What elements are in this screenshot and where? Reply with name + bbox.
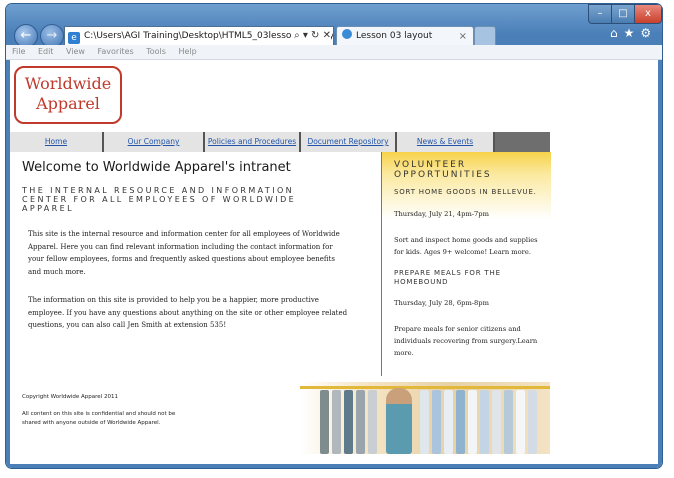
menu-edit[interactable]: Edit [38, 47, 54, 56]
sidebar-item2-date: Thursday, July 28, 6pm-8pm [394, 299, 489, 307]
page-icon: e [68, 32, 80, 44]
tab-lesson-03[interactable]: Lesson 03 layout × [336, 26, 474, 46]
rack-rail [300, 386, 550, 389]
logo-line-1: Worldwide [24, 74, 112, 93]
sidebar-item1-date: Thursday, July 21, 4pm-7pm [394, 210, 489, 218]
maximize-button[interactable]: □ [611, 4, 635, 24]
garment [344, 390, 353, 454]
menu-tools[interactable]: Tools [146, 47, 166, 56]
intro-paragraph: This site is the internal resource and i… [28, 230, 340, 276]
garment [492, 390, 501, 454]
garment [432, 390, 441, 454]
menu-bar: File Edit View Favorites Tools Help [6, 45, 662, 60]
sidebar-item1-heading: SORT HOME GOODS IN BELLEVUE. [394, 188, 537, 196]
page-viewport: Worldwide Apparel Home Our Company Polic… [10, 60, 658, 464]
sidebar-item2-heading: PREPARE MEALS FOR THE HOMEBOUND [394, 269, 501, 286]
garment [444, 390, 453, 454]
site-nav: Home Our Company Policies and Procedures… [10, 132, 550, 152]
forward-arrow-icon: → [46, 28, 58, 43]
clothing-rack-photo [300, 382, 550, 454]
minimize-button[interactable]: – [588, 4, 612, 24]
garment [480, 390, 489, 454]
site-logo[interactable]: Worldwide Apparel [14, 66, 122, 124]
garment [320, 390, 329, 454]
sidebar-item1-text: Sort and inspect home goods and supplies… [394, 236, 538, 256]
shopper-figure [386, 388, 412, 454]
tab-favicon-icon [342, 29, 352, 39]
garment [356, 390, 365, 454]
tab-title: Lesson 03 layout [356, 31, 433, 41]
address-tools[interactable]: ⌕ ▾ ↻ ✕ [292, 27, 331, 45]
nav-policies[interactable]: Policies and Procedures [205, 132, 301, 152]
garment [504, 390, 513, 454]
menu-favorites[interactable]: Favorites [98, 47, 134, 56]
sidebar-title: VOLUNTEER OPPORTUNITIES [394, 160, 492, 180]
nav-document-repository[interactable]: Document Repository [301, 132, 397, 152]
new-tab-button[interactable] [474, 26, 496, 46]
garment [468, 390, 477, 454]
volunteer-sidebar: VOLUNTEER OPPORTUNITIES SORT HOME GOODS … [381, 152, 551, 376]
logo-line-2: Apparel [36, 94, 100, 113]
close-window-button[interactable]: x [634, 4, 662, 24]
menu-view[interactable]: View [66, 47, 85, 56]
garment [332, 390, 341, 454]
address-bar[interactable]: e C:\Users\AGI Training\Desktop\HTML5_03l… [64, 26, 334, 46]
info-paragraph: The information on this site is provided… [28, 296, 348, 330]
garment [420, 390, 429, 454]
garment [516, 390, 525, 454]
page-subtitle: THE INTERNAL RESOURCE AND INFORMATION CE… [22, 186, 297, 213]
toolbar-icons[interactable]: ⌂★⚙ [610, 26, 657, 40]
back-arrow-icon: ← [20, 28, 32, 43]
footer-copyright: Copyright Worldwide Apparel 2011 [22, 394, 118, 400]
tab-close-icon[interactable]: × [459, 27, 467, 46]
garment [528, 390, 537, 454]
footer-note: All content on this site is confidential… [22, 411, 176, 426]
menu-help[interactable]: Help [178, 47, 196, 56]
nav-home[interactable]: Home [10, 132, 104, 152]
page-title: Welcome to Worldwide Apparel's intranet [22, 160, 291, 175]
menu-file[interactable]: File [12, 47, 25, 56]
sidebar-item2-text: Prepare meals for senior citizens and in… [394, 325, 538, 357]
nav-news-events[interactable]: News & Events [397, 132, 495, 152]
nav-our-company[interactable]: Our Company [104, 132, 205, 152]
browser-window: – □ x ← → e C:\Users\AGI Training\Desktop… [6, 4, 662, 468]
garment [456, 390, 465, 454]
garment [368, 390, 377, 454]
